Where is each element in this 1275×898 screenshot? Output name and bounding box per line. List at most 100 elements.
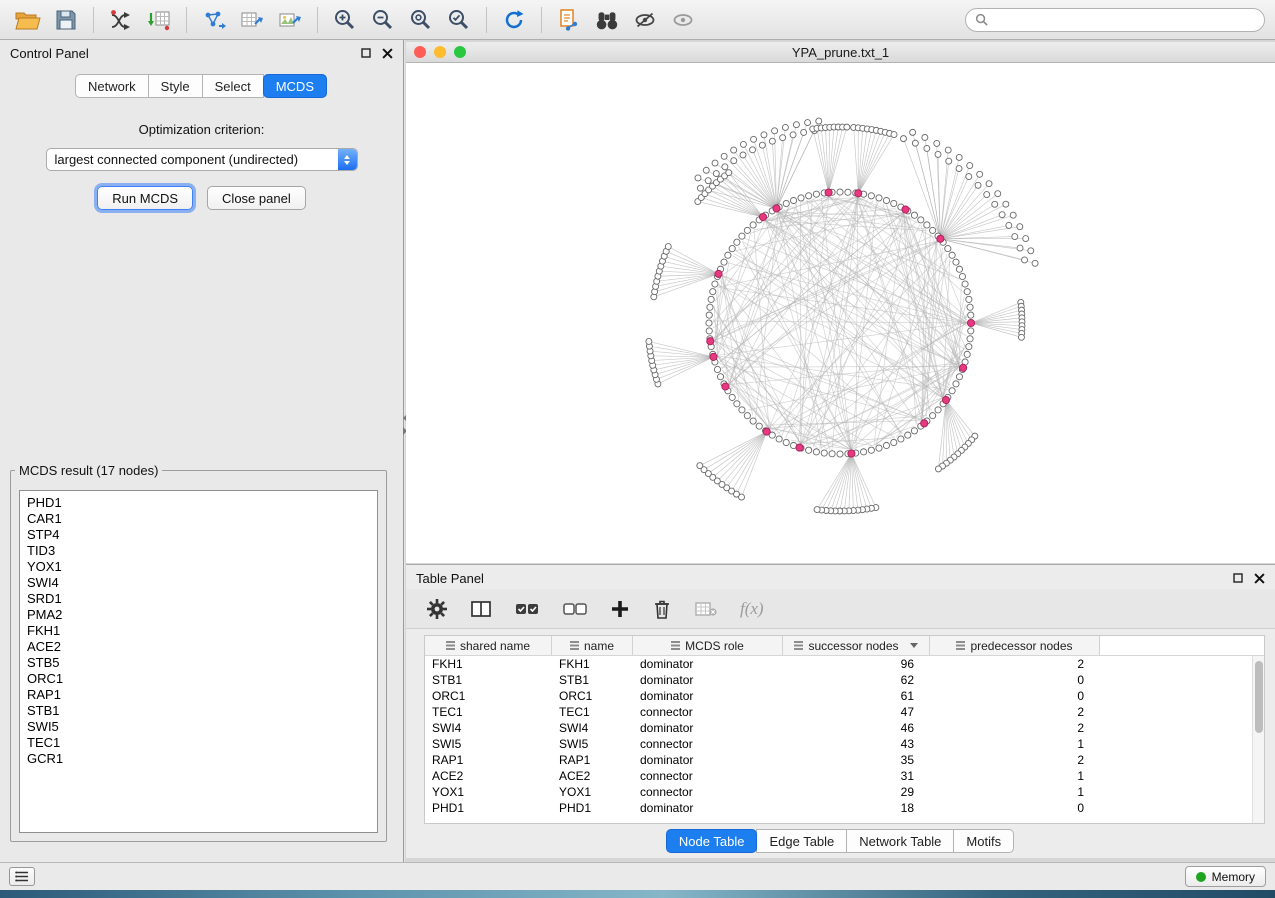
network-node[interactable] <box>697 463 703 469</box>
export-network-button[interactable] <box>196 4 232 36</box>
network-node[interactable] <box>964 289 970 295</box>
mcds-result-item[interactable]: SWI5 <box>20 719 377 735</box>
dominator-node[interactable] <box>825 189 832 196</box>
optimization-select[interactable]: largest connected component (undirected) <box>46 148 358 171</box>
search-network-button[interactable] <box>589 4 625 36</box>
network-node[interactable] <box>924 222 930 228</box>
table-tab-network-table[interactable]: Network Table <box>846 829 954 853</box>
dominator-node[interactable] <box>773 205 780 212</box>
network-node[interactable] <box>999 212 1005 218</box>
network-node[interactable] <box>731 147 737 153</box>
network-node[interactable] <box>1017 245 1023 251</box>
tab-style[interactable]: Style <box>148 74 203 98</box>
network-node[interactable] <box>977 171 983 177</box>
table-row[interactable]: TEC1TEC1connector472 <box>425 704 1264 720</box>
network-node[interactable] <box>697 185 703 191</box>
table-row[interactable]: SWI4SWI4dominator462 <box>425 720 1264 736</box>
network-node[interactable] <box>780 135 786 141</box>
network-node[interactable] <box>924 145 930 151</box>
network-node[interactable] <box>759 142 765 148</box>
network-node[interactable] <box>790 132 796 138</box>
dominator-node[interactable] <box>967 319 974 326</box>
mcds-result-item[interactable]: STB5 <box>20 655 377 671</box>
network-node[interactable] <box>706 328 712 334</box>
network-node[interactable] <box>713 171 719 177</box>
panel-menu-button[interactable] <box>9 867 35 886</box>
network-node[interactable] <box>956 166 962 172</box>
network-node[interactable] <box>975 182 981 188</box>
network-node[interactable] <box>751 136 757 142</box>
network-node[interactable] <box>790 197 796 203</box>
network-node[interactable] <box>726 170 732 176</box>
scrollbar-thumb[interactable] <box>1255 661 1263 733</box>
network-node[interactable] <box>935 466 941 472</box>
delete-column-button[interactable] <box>652 596 672 622</box>
export-image-button[interactable] <box>272 4 308 36</box>
network-node[interactable] <box>837 451 843 457</box>
dominator-node[interactable] <box>796 444 803 451</box>
share-document-button[interactable] <box>551 4 587 36</box>
network-node[interactable] <box>1010 212 1016 218</box>
mcds-result-item[interactable]: SWI4 <box>20 575 377 591</box>
network-node[interactable] <box>934 140 940 146</box>
network-node[interactable] <box>813 191 819 197</box>
network-node[interactable] <box>806 447 812 453</box>
network-node[interactable] <box>945 245 951 251</box>
network-node[interactable] <box>876 195 882 201</box>
network-node[interactable] <box>1018 334 1024 340</box>
table-row[interactable]: SWI5SWI5connector431 <box>425 736 1264 752</box>
network-node[interactable] <box>883 197 889 203</box>
mcds-result-item[interactable]: PHD1 <box>20 495 377 511</box>
network-node[interactable] <box>995 191 1001 197</box>
network-node[interactable] <box>1017 224 1023 230</box>
network-node[interactable] <box>801 129 807 135</box>
select-all-button[interactable] <box>514 596 540 622</box>
refresh-view-button[interactable] <box>496 4 532 36</box>
network-node[interactable] <box>967 336 973 342</box>
table-settings-button[interactable] <box>426 596 448 622</box>
table-row[interactable]: ORC1ORC1dominator610 <box>425 688 1264 704</box>
network-node[interactable] <box>930 227 936 233</box>
table-scrollbar[interactable] <box>1252 656 1264 823</box>
network-node[interactable] <box>1022 257 1028 263</box>
network-node[interactable] <box>986 181 992 187</box>
table-tab-node-table[interactable]: Node Table <box>666 829 758 853</box>
network-node[interactable] <box>891 132 897 138</box>
network-node[interactable] <box>959 273 965 279</box>
mcds-result-item[interactable]: CAR1 <box>20 511 377 527</box>
dominator-node[interactable] <box>722 383 729 390</box>
tab-mcds[interactable]: MCDS <box>263 74 327 98</box>
network-node[interactable] <box>739 407 745 413</box>
table-row[interactable]: YOX1YOX1connector291 <box>425 784 1264 800</box>
network-node[interactable] <box>1023 236 1029 242</box>
network-node[interactable] <box>813 449 819 455</box>
network-node[interactable] <box>967 163 973 169</box>
network-node[interactable] <box>782 124 788 130</box>
network-node[interactable] <box>861 449 867 455</box>
network-node[interactable] <box>717 374 723 380</box>
network-node[interactable] <box>805 120 811 126</box>
network-node[interactable] <box>772 128 778 134</box>
network-node[interactable] <box>912 140 918 146</box>
network-node[interactable] <box>705 178 711 184</box>
network-canvas[interactable] <box>406 63 1275 563</box>
dominator-node[interactable] <box>959 364 966 371</box>
network-node[interactable] <box>968 328 974 334</box>
import-network-button[interactable] <box>103 4 139 36</box>
zoom-fit-button[interactable] <box>403 4 439 36</box>
network-node[interactable] <box>868 193 874 199</box>
mcds-result-item[interactable]: ORC1 <box>20 671 377 687</box>
network-node[interactable] <box>739 233 745 239</box>
column-header-mcds-role[interactable]: MCDS role <box>633 636 783 655</box>
mcds-result-item[interactable]: STP4 <box>20 527 377 543</box>
network-node[interactable] <box>744 227 750 233</box>
network-node[interactable] <box>898 436 904 442</box>
unselect-all-button[interactable] <box>562 596 588 622</box>
network-node[interactable] <box>962 281 968 287</box>
network-node[interactable] <box>731 158 737 164</box>
network-node[interactable] <box>1012 234 1018 240</box>
network-node[interactable] <box>876 445 882 451</box>
dominator-node[interactable] <box>921 420 928 427</box>
network-node[interactable] <box>905 432 911 438</box>
network-node[interactable] <box>992 201 998 207</box>
